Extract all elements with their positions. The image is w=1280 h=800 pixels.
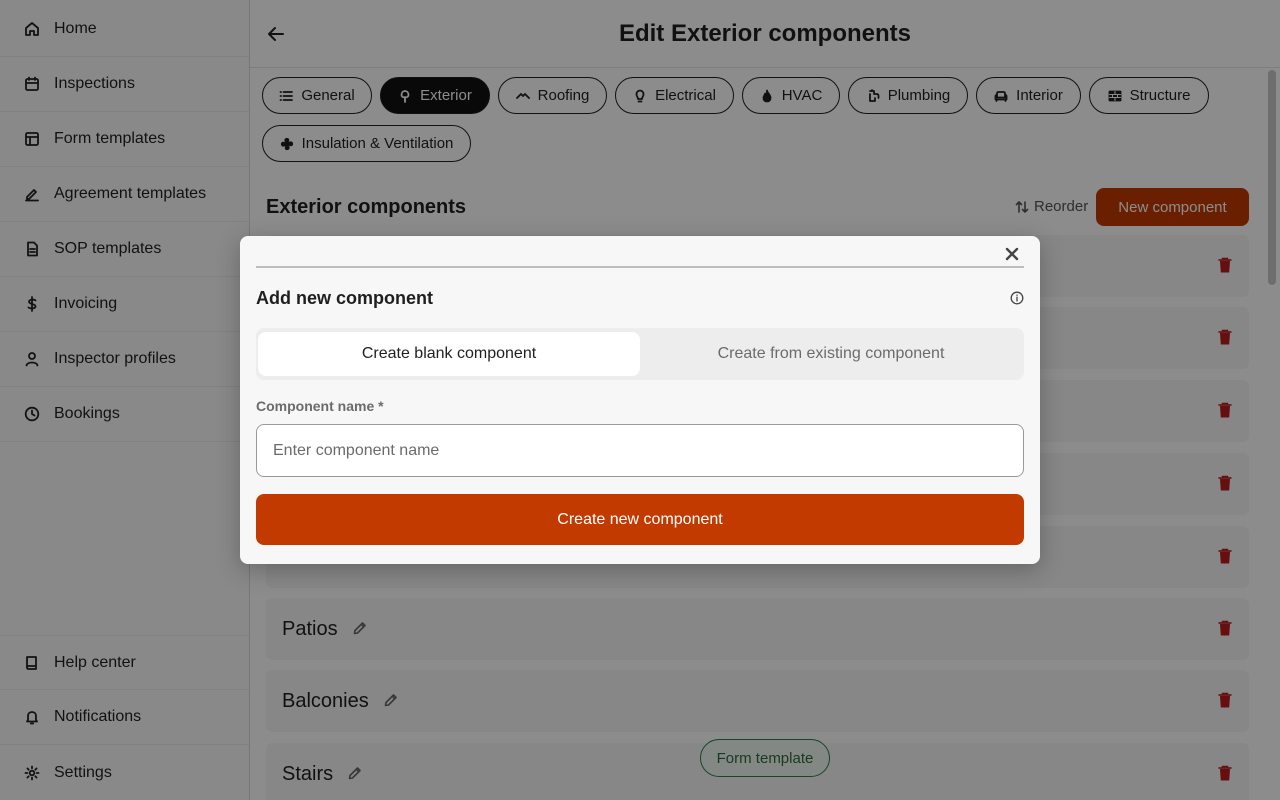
component-name-input[interactable] bbox=[256, 424, 1024, 477]
info-icon[interactable] bbox=[1010, 291, 1024, 305]
modal-divider bbox=[256, 266, 1024, 268]
create-blank-tab[interactable]: Create blank component bbox=[258, 332, 640, 376]
close-icon bbox=[1005, 247, 1019, 261]
create-from-existing-tab[interactable]: Create from existing component bbox=[640, 332, 1022, 376]
close-button[interactable] bbox=[1002, 244, 1022, 264]
create-component-button[interactable]: Create new component bbox=[256, 494, 1024, 545]
modal-title: Add new component bbox=[256, 288, 433, 308]
component-name-label: Component name * bbox=[256, 398, 384, 414]
add-component-modal: Add new component Create blank component… bbox=[240, 236, 1040, 564]
component-source-toggle: Create blank component Create from exist… bbox=[256, 328, 1024, 380]
